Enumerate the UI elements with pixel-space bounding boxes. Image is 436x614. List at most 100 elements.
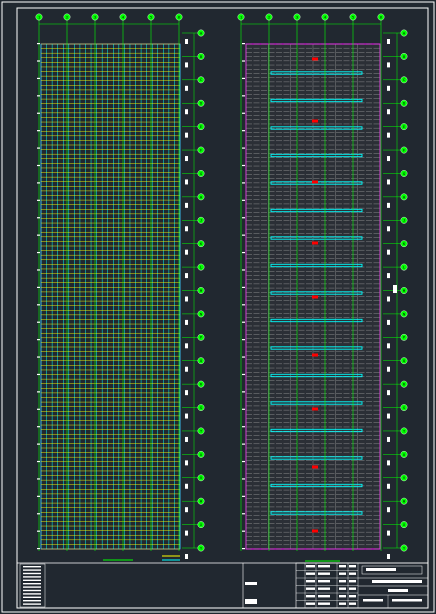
title-table-cell-text [318, 572, 330, 575]
left-edge-marker [37, 95, 40, 97]
row-axis-bubble: H [400, 193, 408, 201]
column-axis-bubble: 4 [119, 13, 127, 21]
column-axis-bubble: 5 [349, 13, 357, 21]
left-edge-marker [242, 77, 245, 80]
red-marker [312, 407, 318, 411]
left-edge-marker [37, 217, 40, 219]
row-axis-bubble: X [400, 521, 408, 528]
row-axis-bubble-label: H [200, 195, 202, 199]
row-axis-bubble-label: J [200, 219, 202, 223]
left-edge-marker [242, 130, 245, 132]
row-axis-bubble-label: D [403, 102, 405, 106]
title-table-cell-text [306, 572, 315, 575]
title-table-cell-text [306, 595, 315, 598]
left-edge-marker [37, 60, 40, 62]
row-dimension-text [185, 366, 188, 372]
column-axis-bubble: 1 [35, 13, 43, 21]
row-axis-bubble: W [197, 497, 205, 505]
row-dimension-text [387, 530, 390, 536]
row-dimension-text [387, 179, 390, 185]
left-edge-marker [37, 112, 40, 114]
row-axis-bubble-label: M [403, 289, 405, 293]
title-table-cell-text [349, 580, 356, 583]
row-axis-bubble: C [400, 76, 408, 84]
title-table-cell-text [349, 565, 356, 568]
title-table-cell-text [318, 565, 330, 568]
row-axis-bubble: M [197, 287, 205, 294]
left-edge-marker [242, 234, 245, 236]
left-edge-marker [242, 443, 245, 445]
title-table-cell-text [339, 572, 346, 575]
row-dimension-text [387, 156, 390, 162]
row-axis-bubble: K [197, 240, 205, 248]
left-edge-marker [37, 426, 40, 428]
column-axis-bubble: 2 [265, 13, 273, 21]
left-edge-marker [37, 77, 40, 80]
column-axis-bubble-label: 4 [324, 15, 326, 19]
row-dimension-text [185, 390, 188, 396]
title-table-cell-text [318, 587, 330, 590]
row-axis-bubble: M [400, 287, 408, 294]
title-table-cell-text [306, 602, 315, 605]
left-edge-marker [242, 286, 245, 288]
row-dimension-text [185, 530, 188, 536]
notes-text-line [23, 603, 41, 605]
row-axis-bubble-label: N [403, 312, 405, 316]
row-axis-bubble: F [197, 146, 205, 154]
left-edge-marker [37, 43, 40, 45]
notes-text-line [23, 583, 41, 585]
title-table-cell-text [306, 580, 315, 583]
row-axis-bubble: Q [197, 357, 205, 365]
left-edge-marker [242, 164, 245, 167]
cad-drawing-canvas[interactable]: 1 2 3 4 5 6 A B C D E F G H J K L M N P Q R S T U V W X Y 1 2 3 4 5 6 A B C D… [0, 0, 436, 614]
column-axis-bubble-label: 1 [240, 15, 242, 19]
row-dimension-text [387, 366, 390, 372]
left-edge-marker [242, 60, 245, 62]
stamp-text [245, 582, 257, 585]
row-axis-bubble: J [197, 216, 205, 224]
left-edge-marker [242, 373, 245, 376]
title-table-cell-text [339, 602, 346, 605]
row-axis-bubble-label: H [403, 195, 405, 199]
drawing-number-text [392, 599, 422, 602]
red-marker [312, 529, 318, 533]
left-edge-marker [37, 251, 40, 254]
notes-text-line [23, 566, 41, 568]
left-edge-marker [37, 286, 40, 288]
left-edge-marker [37, 513, 40, 515]
left-edge-marker [242, 548, 245, 550]
left-edge-marker [37, 234, 40, 236]
column-axis-bubble-label: 5 [150, 15, 152, 19]
column-axis-bubble-label: 4 [122, 15, 124, 19]
drawing-number-text [363, 599, 383, 602]
row-dimension-text [185, 507, 188, 513]
red-marker [312, 119, 318, 123]
title-table-cell-text [318, 595, 330, 598]
left-edge-marker [37, 495, 40, 497]
row-dimension-text [185, 273, 188, 279]
row-axis-bubble: G [400, 170, 408, 177]
row-axis-bubble: J [400, 216, 408, 224]
red-marker [312, 241, 318, 245]
row-axis-bubble-label: L [403, 265, 405, 269]
column-axis-bubble-label: 5 [352, 15, 354, 19]
left-edge-marker [37, 460, 40, 463]
left-edge-marker [37, 269, 40, 271]
row-axis-bubble: X [197, 521, 205, 528]
left-edge-marker [242, 339, 245, 341]
row-dimension-text [185, 413, 188, 419]
row-dimension-text [387, 249, 390, 255]
row-dimension-text [185, 483, 188, 489]
title-table-cell-text [306, 565, 315, 568]
row-axis-bubble-label: F [403, 148, 405, 152]
column-axis-bubble: 1 [237, 13, 245, 21]
row-axis-bubble-label: J [403, 219, 405, 223]
row-dimension-text [387, 109, 390, 115]
notes-text-line [23, 586, 41, 588]
row-dimension-text [185, 39, 188, 44]
row-axis-bubble: H [197, 193, 205, 201]
title-table-cell-text [306, 587, 315, 590]
left-edge-marker [37, 391, 40, 393]
title-table-cell-text [349, 587, 356, 590]
column-axis-bubble-label: 6 [178, 15, 180, 19]
